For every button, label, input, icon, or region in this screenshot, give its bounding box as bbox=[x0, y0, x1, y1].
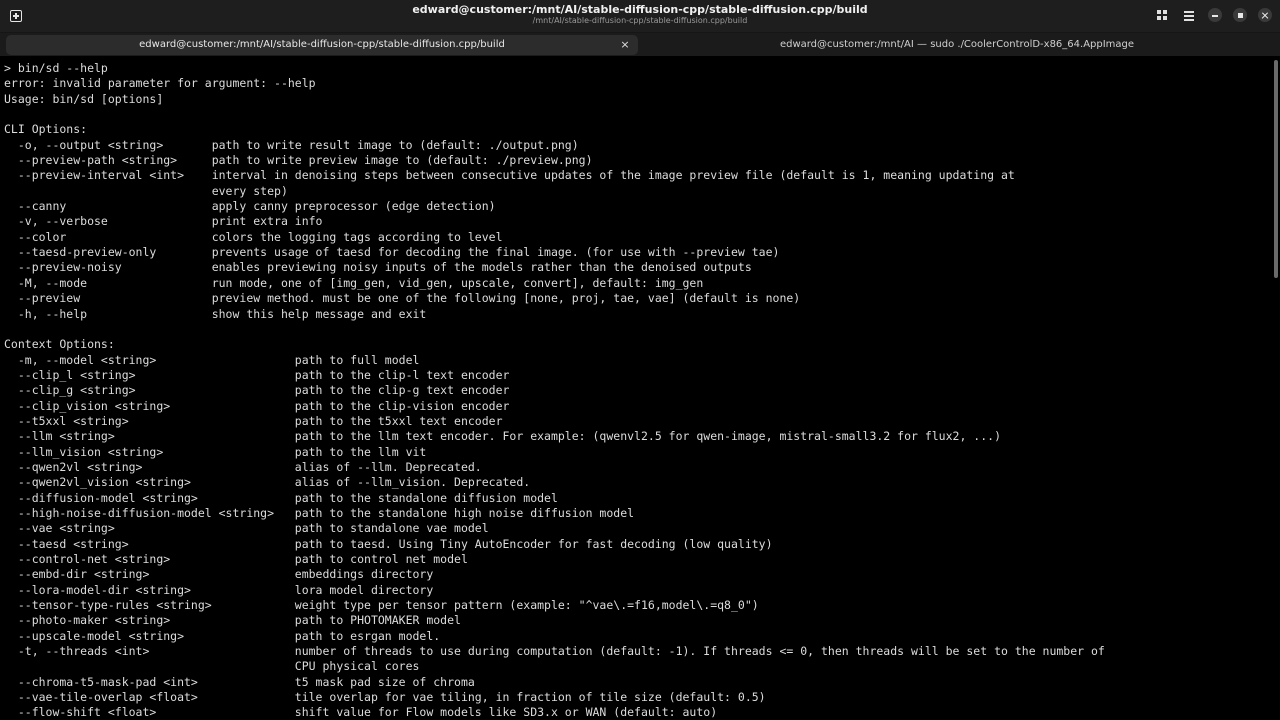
terminal-line: Context Options: bbox=[4, 337, 115, 352]
terminal-line: --preview-interval <int> interval in den… bbox=[4, 168, 1015, 183]
terminal-line: --llm_vision <string> path to the llm vi… bbox=[4, 444, 427, 459]
terminal-line: --vae <string> path to standalone vae mo… bbox=[4, 521, 489, 536]
terminal-line: --color colors the logging tags accordin… bbox=[4, 229, 503, 244]
terminal-line: --lora-model-dir <string> lora model dir… bbox=[4, 582, 434, 597]
window-subtitle: /mnt/AI/stable-diffusion-cpp/stable-diff… bbox=[532, 16, 748, 25]
menu-icon[interactable] bbox=[1182, 9, 1198, 25]
terminal-line: --qwen2vl_vision <string> alias of --llm… bbox=[4, 475, 531, 490]
terminal-line: --high-noise-diffusion-model <string> pa… bbox=[4, 505, 635, 520]
terminal-line: CLI Options: bbox=[4, 122, 88, 137]
terminal-line: --preview-path <string> path to write pr… bbox=[4, 153, 593, 168]
terminal-line: --upscale-model <string> path to esrgan … bbox=[4, 628, 441, 643]
terminal-line: Usage: bin/sd [options] bbox=[4, 91, 164, 106]
terminal-line: --chroma-t5-mask-pad <int> t5 mask pad s… bbox=[4, 674, 475, 689]
terminal-line: --taesd <string> path to taesd. Using Ti… bbox=[4, 536, 773, 551]
terminal-line: --qwen2vl <string> alias of --llm. Depre… bbox=[4, 459, 482, 474]
terminal-line: -t, --threads <int> number of threads to… bbox=[4, 644, 1105, 659]
terminal-line: --flow-shift <float> shift value for Flo… bbox=[4, 705, 718, 720]
terminal-line: error: invalid parameter for argument: -… bbox=[4, 76, 316, 91]
terminal-output[interactable]: > bin/sd --help error: invalid parameter … bbox=[4, 61, 1270, 720]
terminal-line: -m, --model <string> path to full model bbox=[4, 352, 420, 367]
tab-bar: edward@customer:/mnt/AI/stable-diffusion… bbox=[0, 33, 1280, 56]
terminal-line: -o, --output <string> path to write resu… bbox=[4, 137, 579, 152]
terminal-line: --tensor-type-rules <string> weight type… bbox=[4, 598, 759, 613]
terminal-line: --vae-tile-overlap <float> tile overlap … bbox=[4, 690, 766, 705]
tab-coolercontrol[interactable]: edward@customer:/mnt/AI — sudo ./CoolerC… bbox=[640, 35, 1274, 55]
terminal-line: CPU physical cores bbox=[4, 659, 420, 674]
terminal-line: --llm <string> path to the llm text enco… bbox=[4, 429, 1001, 444]
scrollbar[interactable] bbox=[1274, 60, 1278, 278]
terminal-line: every step) bbox=[4, 183, 288, 198]
terminal-line: -h, --help show this help message and ex… bbox=[4, 306, 427, 321]
terminal-line: --diffusion-model <string> path to the s… bbox=[4, 490, 558, 505]
window-title: edward@customer:/mnt/AI/stable-diffusion… bbox=[412, 3, 868, 16]
terminal-line: --preview preview method. must be one of… bbox=[4, 291, 801, 306]
terminal-line: --embd-dir <string> embeddings directory bbox=[4, 567, 434, 582]
terminal-line: -v, --verbose print extra info bbox=[4, 214, 323, 229]
terminal-line: --clip_vision <string> path to the clip-… bbox=[4, 398, 510, 413]
tab-label: edward@customer:/mnt/AI/stable-diffusion… bbox=[139, 39, 505, 50]
terminal-line: --preview-noisy enables previewing noisy… bbox=[4, 260, 752, 275]
tab-build[interactable]: edward@customer:/mnt/AI/stable-diffusion… bbox=[6, 35, 638, 55]
terminal-line: > bin/sd --help bbox=[4, 61, 108, 75]
terminal-line: --control-net <string> path to control n… bbox=[4, 552, 468, 566]
terminal-line: --canny apply canny preprocessor (edge d… bbox=[4, 199, 496, 214]
minimize-icon[interactable] bbox=[1208, 8, 1222, 22]
terminal-line: -M, --mode run mode, one of [img_gen, vi… bbox=[4, 275, 704, 290]
maximize-icon[interactable] bbox=[1233, 8, 1247, 22]
window-titlebar: edward@customer:/mnt/AI/stable-diffusion… bbox=[0, 0, 1280, 33]
terminal-line: --clip_l <string> path to the clip-l tex… bbox=[4, 367, 510, 382]
close-icon[interactable] bbox=[1258, 8, 1272, 22]
tab-label: edward@customer:/mnt/AI — sudo ./CoolerC… bbox=[779, 39, 1135, 50]
terminal-line: --photo-maker <string> path to PHOTOMAKE… bbox=[4, 613, 461, 628]
terminal-line: --taesd-preview-only prevents usage of t… bbox=[4, 245, 780, 260]
terminal-line: --clip_g <string> path to the clip-g tex… bbox=[4, 383, 510, 398]
grid-icon[interactable] bbox=[1156, 9, 1172, 25]
terminal-line: --t5xxl <string> path to the t5xxl text … bbox=[4, 413, 503, 428]
tab-close-icon[interactable]: × bbox=[618, 35, 632, 55]
